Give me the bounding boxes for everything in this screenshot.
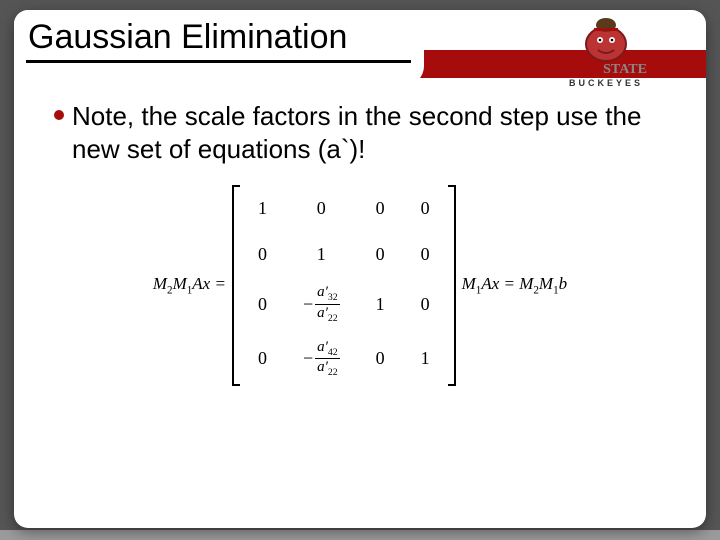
var-a: a′ [317, 284, 328, 300]
cell: 0 [358, 231, 403, 277]
neg-frac: − a′42 a′22 [303, 340, 340, 379]
logo-block: OHIOSTATE BUCKEYES [536, 14, 676, 98]
slide-title: Gaussian Elimination [26, 18, 349, 57]
table-row: 1 0 0 0 [240, 185, 448, 231]
denominator: a′22 [315, 305, 340, 324]
bracket-left-icon [232, 185, 240, 386]
sym-Ax-eq-M: Ax = M [481, 274, 533, 293]
table-row: 0 1 0 0 [240, 231, 448, 277]
sym-b: b [559, 274, 568, 293]
cell: 0 [285, 185, 358, 231]
minus-icon: − [303, 348, 313, 369]
cell: 0 [240, 231, 285, 277]
bullet-item: Note, the scale factors in the second st… [54, 100, 666, 165]
cell: 1 [240, 185, 285, 231]
cell: − a′32 a′22 [285, 277, 358, 332]
denominator: a′22 [315, 359, 340, 378]
sym-M: M [173, 274, 187, 293]
var-a: a′ [317, 339, 328, 355]
bullet-text: Note, the scale factors in the second st… [72, 100, 666, 165]
sym-M: M [462, 274, 476, 293]
minus-icon: − [303, 294, 313, 315]
slide-card: Gaussian Elimination OHIOSTATE BUCKEYES … [14, 10, 706, 528]
cell: 0 [403, 231, 448, 277]
cell: 1 [358, 277, 403, 332]
cell: 0 [358, 185, 403, 231]
sub-22: 22 [328, 367, 338, 378]
cell: 0 [240, 332, 285, 387]
sym-M: M [539, 274, 553, 293]
table-row: 0 − a′32 a′22 1 0 [240, 277, 448, 332]
var-a: a′ [317, 359, 328, 375]
rhs-expression: M1Ax = M2M1b [462, 274, 568, 296]
matrix-body: 1 0 0 0 0 1 0 0 0 [240, 185, 448, 386]
title-underline [26, 60, 411, 63]
cell: − a′42 a′22 [285, 332, 358, 387]
fraction: a′42 a′22 [315, 340, 340, 379]
logo-text: OHIOSTATE [536, 62, 676, 78]
logo-word-2: STATE [603, 62, 647, 77]
sym-M: M [153, 274, 167, 293]
cell: 0 [403, 277, 448, 332]
bullet-icon [54, 110, 64, 120]
matrix: 1 0 0 0 0 1 0 0 0 [232, 185, 456, 386]
content-area: Note, the scale factors in the second st… [54, 100, 666, 386]
lhs-expression: M2M1Ax = [153, 274, 226, 296]
cell: 0 [240, 277, 285, 332]
logo-subtext: BUCKEYES [536, 78, 676, 88]
sym-Ax-eq: Ax = [192, 274, 226, 293]
numerator: a′42 [315, 340, 340, 360]
cell: 1 [403, 332, 448, 387]
cell: 0 [403, 185, 448, 231]
fraction: a′32 a′22 [315, 285, 340, 324]
sub-42: 42 [328, 347, 338, 358]
table-row: 0 − a′42 a′22 0 1 [240, 332, 448, 387]
sub-22: 22 [328, 313, 338, 324]
numerator: a′32 [315, 285, 340, 305]
equation: M2M1Ax = 1 0 0 0 0 1 0 0 [54, 185, 666, 386]
var-a: a′ [317, 305, 328, 321]
logo-word-1: OHIO [565, 62, 603, 77]
sub-32: 32 [328, 292, 338, 303]
neg-frac: − a′32 a′22 [303, 285, 340, 324]
cell: 0 [358, 332, 403, 387]
bracket-right-icon [448, 185, 456, 386]
mascot-icon [576, 14, 636, 64]
cell: 1 [285, 231, 358, 277]
